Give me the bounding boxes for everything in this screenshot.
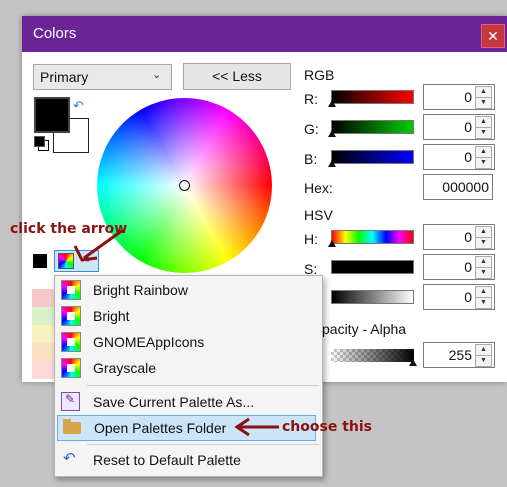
palette-swatch-icon bbox=[33, 254, 47, 268]
menu-item-label: Reset to Default Palette bbox=[93, 452, 241, 468]
r-slider-thumb[interactable] bbox=[328, 100, 336, 107]
menu-item-label: Bright bbox=[93, 308, 130, 324]
swap-colors-icon[interactable]: ↶ bbox=[73, 98, 84, 114]
h-slider-thumb[interactable] bbox=[328, 240, 336, 247]
r-value: 0 bbox=[464, 89, 472, 105]
menu-item-save-palette[interactable]: ✎ Save Current Palette As... bbox=[55, 390, 322, 414]
s-value: 0 bbox=[464, 259, 472, 275]
menu-item-label: Save Current Palette As... bbox=[93, 394, 255, 410]
opacity-spinbox[interactable]: 255 ▲ ▼ bbox=[423, 342, 495, 368]
spin-down-icon[interactable]: ▼ bbox=[475, 355, 492, 367]
b-label: B: bbox=[304, 151, 318, 167]
b-slider-thumb[interactable] bbox=[328, 160, 336, 167]
rgb-header: RGB bbox=[304, 67, 335, 83]
palette-menu: Bright Rainbow Bright GNOMEAppIcons Gray… bbox=[54, 275, 323, 477]
h-label: H: bbox=[304, 231, 318, 247]
annotation-choose-this: choose this bbox=[282, 419, 372, 435]
s-slider[interactable] bbox=[331, 260, 414, 274]
r-label: R: bbox=[304, 91, 318, 107]
g-slider-thumb[interactable] bbox=[328, 130, 336, 137]
spin-down-icon[interactable]: ▼ bbox=[475, 237, 492, 249]
menu-item-grayscale[interactable]: Grayscale bbox=[55, 356, 322, 380]
palette-swatches[interactable] bbox=[32, 289, 54, 379]
b-spinbox[interactable]: 0 ▲ ▼ bbox=[423, 144, 495, 170]
reset-colors-icon[interactable] bbox=[34, 136, 49, 151]
menu-separator bbox=[87, 385, 319, 386]
menu-item-reset-palette[interactable]: ↶ Reset to Default Palette bbox=[55, 448, 322, 472]
menu-item-gnomeappicons[interactable]: GNOMEAppIcons bbox=[55, 330, 322, 354]
reset-icon: ↶ bbox=[63, 450, 76, 467]
g-spinbox[interactable]: 0 ▲ ▼ bbox=[423, 114, 495, 140]
spin-down-icon[interactable]: ▼ bbox=[475, 267, 492, 279]
less-button[interactable]: << Less bbox=[183, 63, 291, 90]
r-spinbox[interactable]: 0 ▲ ▼ bbox=[423, 84, 495, 110]
opacity-slider[interactable] bbox=[331, 349, 414, 362]
save-palette-icon: ✎ bbox=[61, 392, 80, 411]
palette-icon bbox=[61, 358, 81, 378]
g-value: 0 bbox=[464, 119, 472, 135]
g-slider[interactable] bbox=[331, 120, 414, 134]
menu-item-label: GNOMEAppIcons bbox=[93, 334, 205, 350]
spin-down-icon[interactable]: ▼ bbox=[475, 127, 492, 139]
title-bar[interactable]: Colors ✕ bbox=[22, 16, 507, 52]
menu-item-label: Open Palettes Folder bbox=[94, 420, 227, 436]
s-spinbox[interactable]: 0 ▲ ▼ bbox=[423, 254, 495, 280]
palette-icon bbox=[61, 332, 81, 352]
r-slider[interactable] bbox=[331, 90, 414, 104]
spin-down-icon[interactable]: ▼ bbox=[475, 97, 492, 109]
b-slider[interactable] bbox=[331, 150, 414, 164]
opacity-slider-thumb[interactable] bbox=[409, 359, 417, 366]
menu-item-label: Bright Rainbow bbox=[93, 282, 188, 298]
mode-select-value: Primary bbox=[40, 69, 89, 85]
menu-item-label: Grayscale bbox=[93, 360, 157, 376]
mode-select[interactable]: Primary ⌄ bbox=[33, 64, 172, 90]
opacity-header: pacity - Alpha bbox=[322, 321, 407, 337]
v-slider[interactable] bbox=[331, 290, 414, 304]
b-value: 0 bbox=[464, 149, 472, 165]
hex-input[interactable]: 000000 bbox=[423, 174, 493, 200]
color-wheel-cursor[interactable] bbox=[179, 180, 190, 191]
palette-icon bbox=[61, 306, 81, 326]
menu-separator bbox=[87, 444, 319, 445]
hex-label: Hex: bbox=[304, 180, 333, 196]
h-slider[interactable] bbox=[331, 230, 414, 244]
annotation-arrow-down bbox=[73, 228, 124, 262]
spin-down-icon[interactable]: ▼ bbox=[475, 157, 492, 169]
close-button[interactable]: ✕ bbox=[481, 24, 505, 48]
menu-item-bright[interactable]: Bright bbox=[55, 304, 322, 328]
v-spinbox[interactable]: 0 ▲ ▼ bbox=[423, 284, 495, 310]
h-spinbox[interactable]: 0 ▲ ▼ bbox=[423, 224, 495, 250]
spin-down-icon[interactable]: ▼ bbox=[475, 297, 492, 309]
window-title: Colors bbox=[33, 25, 77, 42]
annotation-arrow-left bbox=[234, 417, 279, 437]
chevron-down-icon: ⌄ bbox=[152, 69, 162, 81]
hex-value: 000000 bbox=[442, 179, 489, 195]
v-value: 0 bbox=[464, 289, 472, 305]
menu-item-bright-rainbow[interactable]: Bright Rainbow bbox=[55, 278, 322, 302]
palette-icon bbox=[61, 280, 81, 300]
g-label: G: bbox=[304, 121, 319, 137]
primary-color-swatch[interactable] bbox=[34, 97, 70, 133]
h-value: 0 bbox=[464, 229, 472, 245]
folder-icon bbox=[63, 422, 81, 434]
hsv-header: HSV bbox=[304, 207, 333, 223]
opacity-value: 255 bbox=[448, 347, 472, 363]
